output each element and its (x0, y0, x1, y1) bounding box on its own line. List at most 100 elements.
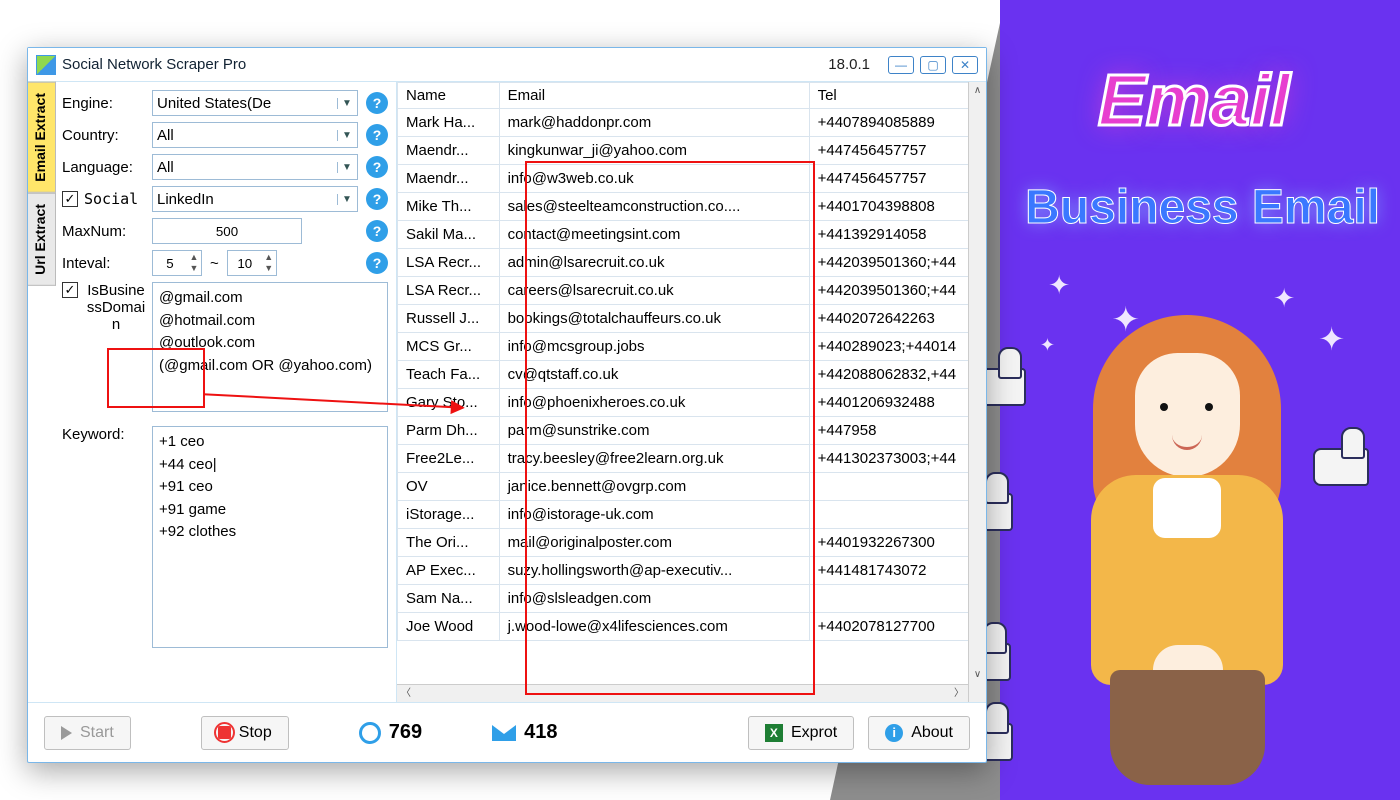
language-label: Language: (62, 159, 152, 176)
help-icon[interactable]: ? (366, 92, 388, 114)
social-select[interactable]: LinkedIn ▼ (152, 186, 358, 212)
cell-tel: +442039501360;+44 (809, 249, 985, 277)
excel-icon: X (765, 724, 783, 742)
cell-name: Russell J... (398, 305, 500, 333)
vertical-scrollbar[interactable]: ∧ ∨ (968, 82, 986, 702)
chevron-down-icon: ▼ (337, 130, 353, 141)
chevron-down-icon: ▼ (337, 162, 353, 173)
stop-label: Stop (239, 724, 272, 742)
cell-tel: +4401932267300 (809, 529, 985, 557)
app-icon (36, 55, 56, 75)
bottom-bar: Start Stop 769 418 X Exprot i About (28, 702, 986, 762)
start-button[interactable]: Start (44, 716, 131, 750)
cell-tel: +441481743072 (809, 557, 985, 585)
country-select[interactable]: All ▼ (152, 122, 358, 148)
cell-tel: +442088062832,+44 (809, 361, 985, 389)
country-value: All (157, 127, 174, 144)
stepper-arrows-icon[interactable]: ▲▼ (262, 252, 276, 274)
cell-tel: +4402078127700 (809, 613, 985, 641)
engine-label: Engine: (62, 95, 152, 112)
cell-tel: +4401704398808 (809, 193, 985, 221)
cell-name: LSA Recr... (398, 249, 500, 277)
email-count: 418 (492, 721, 557, 744)
minimize-button[interactable]: — (888, 56, 914, 74)
app-window: Social Network Scraper Pro 18.0.1 — ▢ ✕ … (27, 47, 987, 763)
maximize-button[interactable]: ▢ (920, 56, 946, 74)
keyword-textarea[interactable]: +1 ceo +44 ceo| +91 ceo +91 game +92 clo… (152, 426, 388, 648)
cell-name: Sam Na... (398, 585, 500, 613)
app-version: 18.0.1 (828, 56, 870, 73)
promo-email-heading: Email (1098, 60, 1290, 142)
maxnum-input[interactable] (152, 218, 302, 244)
cell-tel: +4401206932488 (809, 389, 985, 417)
help-icon[interactable]: ? (366, 220, 388, 242)
col-email[interactable]: Email (499, 83, 809, 109)
interval-label: Inteval: (62, 255, 152, 272)
close-button[interactable]: ✕ (952, 56, 978, 74)
help-icon[interactable]: ? (366, 252, 388, 274)
language-select[interactable]: All ▼ (152, 154, 358, 180)
export-label: Exprot (791, 724, 837, 742)
cell-name: Gary Sto... (398, 389, 500, 417)
about-button[interactable]: i About (868, 716, 970, 750)
sparkle-icon: ✦ (1273, 283, 1295, 314)
cell-tel: +447958 (809, 417, 985, 445)
cell-tel: +440289023;+44014 (809, 333, 985, 361)
col-name[interactable]: Name (398, 83, 500, 109)
help-icon[interactable]: ? (366, 156, 388, 178)
stop-button[interactable]: Stop (201, 716, 289, 750)
cell-tel: +441302373003;+44 (809, 445, 985, 473)
scroll-down-icon[interactable]: ∨ (969, 666, 986, 684)
sparkle-icon: ✦ (1048, 270, 1070, 301)
tab-url-extract[interactable]: Url Extract (28, 193, 56, 286)
engine-value: United States(De (157, 95, 271, 112)
cell-name: Mike Th... (398, 193, 500, 221)
link-icon (354, 717, 385, 748)
cell-tel: +447456457757 (809, 165, 985, 193)
cell-name: AP Exec... (398, 557, 500, 585)
cell-name: Teach Fa... (398, 361, 500, 389)
cell-tel: +4402072642263 (809, 305, 985, 333)
cell-tel (809, 585, 985, 613)
social-value: LinkedIn (157, 191, 214, 208)
cell-name: MCS Gr... (398, 333, 500, 361)
stepper-arrows-icon[interactable]: ▲▼ (187, 252, 201, 274)
cell-name: Parm Dh... (398, 417, 500, 445)
tab-email-extract[interactable]: Email Extract (28, 82, 56, 193)
social-checkbox[interactable]: ✓ (62, 191, 78, 207)
app-title: Social Network Scraper Pro (62, 56, 246, 73)
maxnum-label: MaxNum: (62, 223, 152, 240)
scroll-up-icon[interactable]: ∧ (969, 82, 986, 100)
isbusiness-label: ✓ IsBusinessDomain (62, 282, 152, 333)
interval-to-input[interactable] (228, 251, 262, 275)
mail-icon (492, 725, 516, 741)
keyword-label: Keyword: (62, 426, 152, 443)
country-label: Country: (62, 127, 152, 144)
cell-name: Mark Ha... (398, 109, 500, 137)
chevron-down-icon: ▼ (337, 194, 353, 205)
table-row[interactable]: Mark Ha...mark@haddonpr.com+440789408588… (398, 109, 986, 137)
social-label-text: Social (84, 190, 138, 208)
sparkle-icon: ✦ (1318, 320, 1345, 358)
interval-from-input[interactable] (153, 251, 187, 275)
export-button[interactable]: X Exprot (748, 716, 854, 750)
titlebar: Social Network Scraper Pro 18.0.1 — ▢ ✕ (28, 48, 986, 82)
col-tel[interactable]: Tel (809, 83, 985, 109)
interval-from-stepper[interactable]: ▲▼ (152, 250, 202, 276)
interval-to-stepper[interactable]: ▲▼ (227, 250, 277, 276)
cell-tel: +447456457757 (809, 137, 985, 165)
email-count-value: 418 (524, 721, 557, 744)
cell-name: Maendr... (398, 137, 500, 165)
engine-select[interactable]: United States(De ▼ (152, 90, 358, 116)
cell-tel (809, 473, 985, 501)
help-icon[interactable]: ? (366, 188, 388, 210)
highlight-box-domain (107, 348, 205, 408)
language-value: All (157, 159, 174, 176)
about-label: About (911, 724, 953, 742)
start-label: Start (80, 724, 114, 742)
promo-business-heading: Business Email (1025, 180, 1380, 235)
cell-name: Sakil Ma... (398, 221, 500, 249)
isbusiness-checkbox[interactable]: ✓ (62, 282, 78, 298)
help-icon[interactable]: ? (366, 124, 388, 146)
highlight-box-emails (525, 161, 815, 695)
